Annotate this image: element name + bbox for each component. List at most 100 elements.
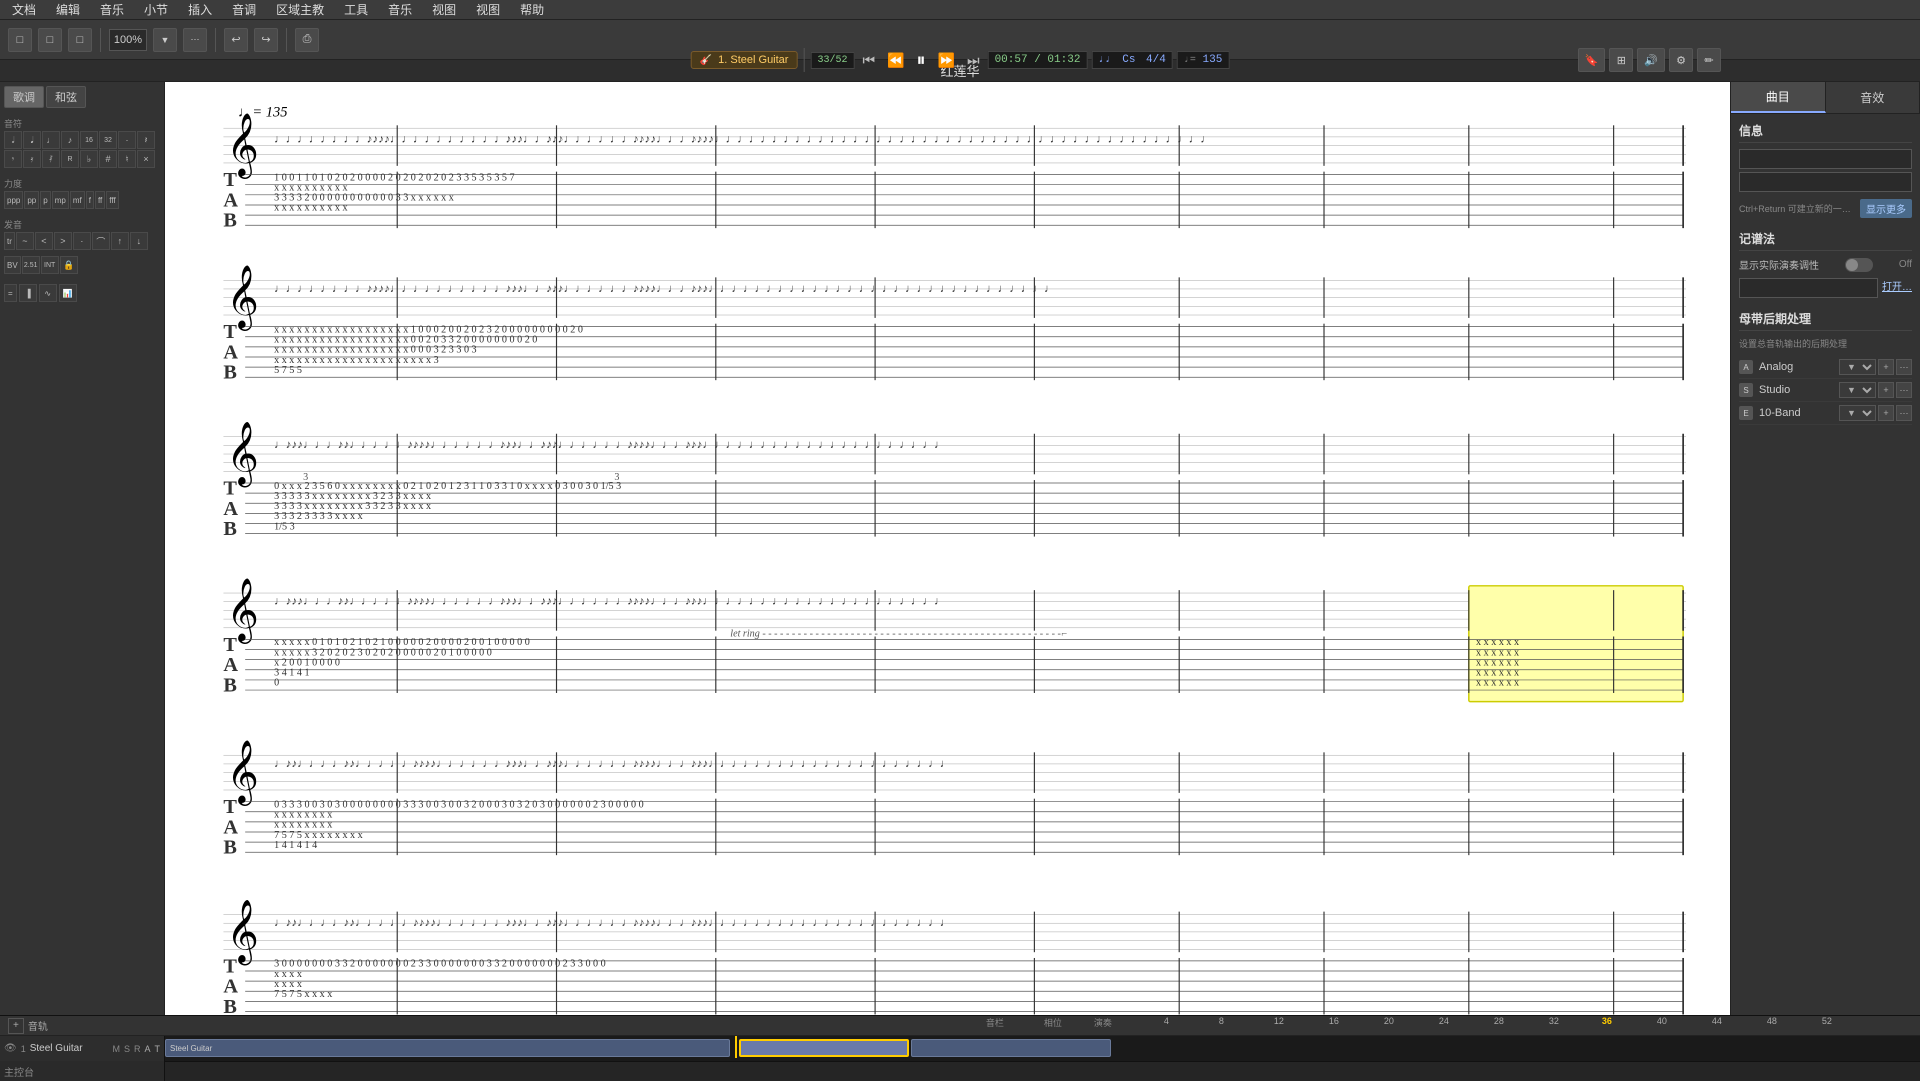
artic-staccato[interactable]: · [73,232,91,250]
rest-quarter[interactable]: 𝄿 [23,150,41,168]
note-16th[interactable]: 16 [80,131,98,149]
notation-input[interactable] [1739,278,1878,298]
mastering-add-10band[interactable]: + [1878,405,1894,421]
track-tuner[interactable]: A [144,1044,150,1054]
redo-button[interactable]: ↪ [254,28,278,52]
artic-cresc[interactable]: < [35,232,53,250]
double-sharp[interactable]: × [137,150,155,168]
dyn-ppp[interactable]: ppp [4,191,23,209]
menu-item-music2[interactable]: 音乐 [384,1,416,18]
mastering-dropdown-analog[interactable]: ▼ [1839,359,1876,375]
artic-vibrato[interactable]: ~ [16,232,34,250]
note-eighth[interactable]: ♪ [61,131,79,149]
dyn-ff[interactable]: ff [95,191,105,209]
menu-item-view[interactable]: 视图 [428,1,460,18]
note-32nd[interactable]: 32 [99,131,117,149]
track-solo[interactable]: S [124,1044,130,1054]
undo-button[interactable]: ↩ [224,28,248,52]
dyn-mf[interactable]: mf [70,191,85,209]
rest-16th[interactable]: R [61,150,79,168]
track-segment-selected[interactable] [739,1039,909,1057]
info-input-1[interactable] [1739,149,1912,169]
zoom-options-button[interactable]: ⋯ [183,28,207,52]
dyn-mp[interactable]: mp [52,191,69,209]
menu-item-tone[interactable]: 音调 [228,1,260,18]
accidental-sharp[interactable]: # [99,150,117,168]
artic-tenuto[interactable]: ⌒ [92,232,110,250]
open-button[interactable]: □ [38,28,62,52]
accidental-flat[interactable]: ♭ [80,150,98,168]
tab-sound[interactable]: 音效 [1826,82,1920,113]
open-notation-link[interactable]: 打开… [1882,278,1912,298]
palette-bar-icon[interactable]: ▐ [19,284,37,302]
save-button[interactable]: □ [68,28,92,52]
menu-item-music[interactable]: 音乐 [96,1,128,18]
note-half[interactable]: 𝅘𝅥 [23,131,41,149]
track-segment-3[interactable] [911,1039,1111,1057]
rest-half[interactable]: 𝄾 [4,150,22,168]
score-area[interactable]: ♩= 135 𝄞 ♩♩♩♩♩♩♩♩♪♪♪♪♩♩♩♩♩♩♩♩♩♩♪♪♪♩♩♪♪♪♩… [165,82,1730,1015]
dyn-f[interactable]: f [86,191,94,209]
note-whole[interactable]: 𝅗𝅥 [4,131,22,149]
palette-wave-icon[interactable]: ∿ [39,284,57,302]
transport-rewind[interactable]: ⏮ [858,50,879,71]
menu-item-edit[interactable]: 编辑 [52,1,84,18]
add-track-button[interactable]: + [8,1018,24,1034]
new-button[interactable]: □ [8,28,32,52]
tab-score[interactable]: 曲目 [1731,82,1826,113]
track-settings[interactable]: T [155,1044,161,1054]
mastering-settings-analog[interactable]: ⋯ [1896,359,1912,375]
note-quarter[interactable]: ♩ [42,131,60,149]
artic-up[interactable]: ↑ [111,232,129,250]
transport-back[interactable]: ⏪ [883,50,908,71]
note-dot[interactable]: · [118,131,136,149]
settings-button[interactable]: ⚙ [1669,48,1693,72]
zoom-down-button[interactable]: ▼ [153,28,177,52]
artic-down[interactable]: ↓ [130,232,148,250]
accidental-natural[interactable]: ♮ [118,150,136,168]
info-input-2[interactable] [1739,172,1912,192]
menu-item-region[interactable]: 区域主教 [272,1,328,18]
menu-item-measure[interactable]: 小节 [140,1,172,18]
dyn-pp[interactable]: pp [24,191,39,209]
track-visibility-icon[interactable]: 👁 [4,1043,17,1054]
palette-eq-icon[interactable]: = [4,284,17,302]
print-button[interactable]: ⎙ [295,28,319,52]
artic-dim[interactable]: > [54,232,72,250]
palette-chart-icon[interactable]: 📊 [59,284,77,302]
notation-toggle[interactable] [1845,258,1873,272]
mastering-dropdown-studio[interactable]: ▼ [1839,382,1876,398]
transport-end[interactable]: ⏭ [963,50,984,71]
edit-pencil-button[interactable]: ✏ [1697,48,1721,72]
mastering-dropdown-10band[interactable]: ▼ [1839,405,1876,421]
mastering-settings-studio[interactable]: ⋯ [1896,382,1912,398]
menu-item-tools[interactable]: 工具 [340,1,372,18]
transport-forward[interactable]: ⏩ [934,50,959,71]
transport-pause[interactable]: ⏸ [913,48,930,73]
menu-item-document[interactable]: 文档 [8,1,40,18]
track-segment-1[interactable]: Steel Guitar [165,1039,730,1057]
track-mute[interactable]: M [112,1044,120,1054]
note-rest[interactable]: 𝄽 [137,131,155,149]
rest-eighth[interactable]: 𝅀 [42,150,60,168]
bookmark-button[interactable]: 🔖 [1578,48,1606,72]
dyn-fff[interactable]: fff [106,191,118,209]
zoom-input[interactable] [109,29,147,51]
menu-item-view2[interactable]: 视图 [472,1,504,18]
menu-item-help[interactable]: 帮助 [516,1,548,18]
speaker-button[interactable]: 🔊 [1637,48,1665,72]
pal-extra-1[interactable]: BV [4,256,21,274]
pal-extra-3[interactable]: INT [41,256,59,274]
palette-tab-chord[interactable]: 和弦 [46,86,86,108]
show-more-button[interactable]: 显示更多 [1860,199,1912,218]
grid-button[interactable]: ⊞ [1609,48,1633,72]
mastering-add-analog[interactable]: + [1878,359,1894,375]
mastering-add-studio[interactable]: + [1878,382,1894,398]
pal-extra-2[interactable]: 2.51 [22,256,40,274]
menu-item-insert[interactable]: 插入 [184,1,216,18]
palette-tab-melody[interactable]: 歌调 [4,86,44,108]
track-record[interactable]: R [134,1044,141,1054]
dyn-p[interactable]: p [40,191,50,209]
track-timeline[interactable]: Steel Guitar [165,1036,1920,1061]
pal-extra-4[interactable]: 🔒 [60,256,78,274]
